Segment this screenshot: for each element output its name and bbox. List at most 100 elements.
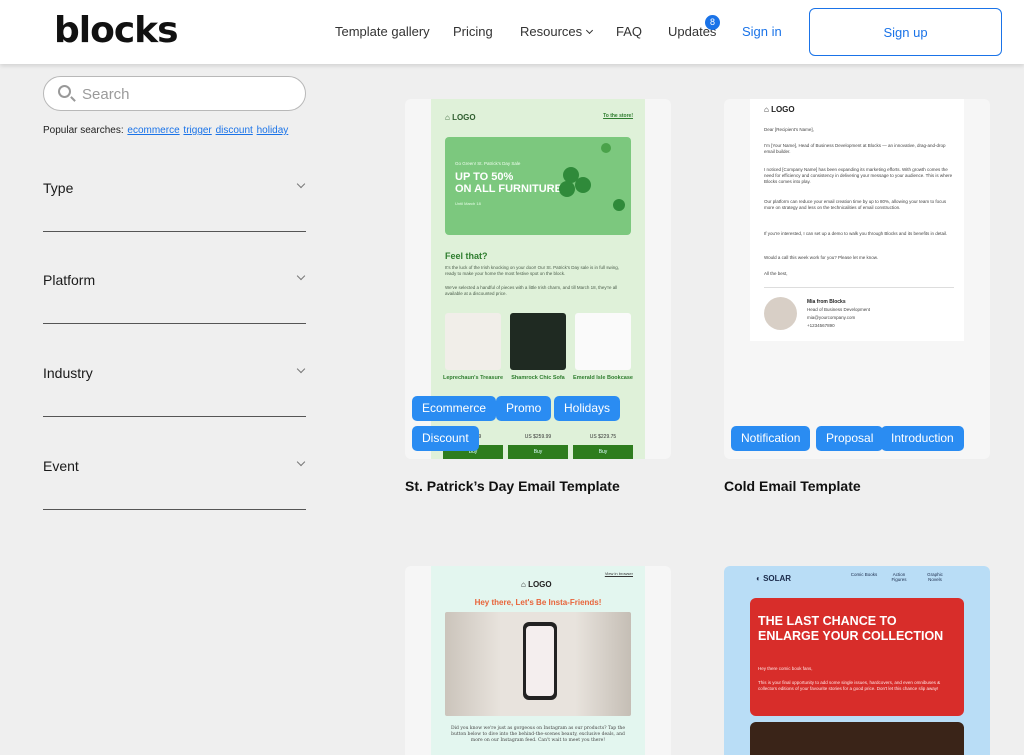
top-header: blocks Template gallery Pricing Resource… xyxy=(0,0,1024,64)
preview-divider xyxy=(764,287,954,288)
preview-heading: Hey there, Let's Be Insta-Friends! xyxy=(474,598,602,607)
nav-resources[interactable]: Resources xyxy=(520,24,594,39)
product-image xyxy=(445,313,501,370)
preview-greeting: Hey there comic book fans, xyxy=(758,666,813,671)
template-preview: ◐ SOLAR Comic Books Action Figures Graph… xyxy=(724,566,990,755)
clover-icon xyxy=(575,177,591,193)
chevron-down-icon xyxy=(296,179,306,189)
tag-introduction[interactable]: Introduction xyxy=(881,426,964,451)
hero-small-text: Go Green! St. Patrick's Day Sale xyxy=(455,161,521,166)
nav-template-gallery[interactable]: Template gallery xyxy=(335,25,430,39)
preview-line: Would a call this week work for you? Ple… xyxy=(764,255,878,260)
tag-ecommerce[interactable]: Ecommerce xyxy=(412,396,497,421)
chevron-down-icon xyxy=(296,457,306,467)
avatar xyxy=(764,297,797,330)
preview-logo: ◐ SOLAR xyxy=(756,574,792,583)
filter-divider xyxy=(43,416,306,417)
filter-platform[interactable]: Platform xyxy=(43,271,306,324)
preview-store-link: To the store! xyxy=(603,113,633,119)
preview-logo: ⌂ LOGO xyxy=(764,105,795,114)
nav-pricing[interactable]: Pricing xyxy=(453,25,493,39)
preview-photo xyxy=(445,612,631,716)
preview-logo: ⌂ LOGO xyxy=(521,580,552,589)
template-card-st-patricks[interactable]: ⌂ LOGO To the store! Go Green! St. Patri… xyxy=(405,99,671,459)
popular-discount-link[interactable]: discount xyxy=(216,125,253,136)
filter-event-label: Event xyxy=(43,458,79,474)
sign-up-button[interactable]: Sign up xyxy=(809,8,1002,56)
signature-role: Head of Business Development xyxy=(807,307,871,312)
filter-type[interactable]: Type xyxy=(43,179,306,232)
popular-holiday-link[interactable]: holiday xyxy=(257,125,289,136)
filter-type-label: Type xyxy=(43,180,74,196)
phone-image xyxy=(523,622,557,700)
product-price: US $259.99 xyxy=(524,434,552,440)
template-preview: ⌂ LOGO Dear [Recipient's Name], I'm [You… xyxy=(750,99,964,341)
preview-logo-text: SOLAR xyxy=(763,574,792,583)
preview-logo-text: LOGO xyxy=(452,113,476,122)
template-card-solar[interactable]: ◐ SOLAR Comic Books Action Figures Graph… xyxy=(724,566,990,755)
search-icon xyxy=(58,85,71,98)
chevron-down-icon xyxy=(586,26,594,35)
preview-red-banner: THE LAST CHANCE TO ENLARGE YOUR COLLECTI… xyxy=(750,598,964,716)
filter-industry[interactable]: Industry xyxy=(43,364,306,417)
tag-discount[interactable]: Discount xyxy=(412,426,479,451)
preview-logo: ⌂ LOGO xyxy=(445,113,476,122)
clover-icon xyxy=(601,143,611,153)
chevron-down-icon xyxy=(296,271,306,281)
template-preview: View in browser ⌂ LOGO Hey there, Let's … xyxy=(431,566,645,755)
nav-faq[interactable]: FAQ xyxy=(616,25,642,39)
popular-ecommerce-link[interactable]: ecommerce xyxy=(127,125,179,136)
signature-name: Mia from Blocks xyxy=(807,299,846,305)
product-buy-button: Buy xyxy=(508,445,568,459)
template-card-insta[interactable]: View in browser ⌂ LOGO Hey there, Let's … xyxy=(405,566,671,755)
search-input[interactable] xyxy=(82,83,292,105)
preview-heading: THE LAST CHANCE TO ENLARGE YOUR COLLECTI… xyxy=(758,614,944,643)
updates-badge: 8 xyxy=(705,15,720,30)
product-image xyxy=(575,313,631,370)
hero-headline-line2: ON ALL FURNITURE xyxy=(455,183,562,195)
tag-promo[interactable]: Promo xyxy=(496,396,552,421)
preview-paragraph: We've selected a handful of pieces with … xyxy=(445,285,618,296)
preview-nav-item: Comic Books xyxy=(850,572,878,577)
filter-platform-label: Platform xyxy=(43,272,96,288)
clover-icon xyxy=(613,199,625,211)
product-name: Leprechaun's Treasure xyxy=(443,375,504,381)
template-card-cold-email[interactable]: ⌂ LOGO Dear [Recipient's Name], I'm [You… xyxy=(724,99,990,459)
tag-proposal[interactable]: Proposal xyxy=(816,426,884,451)
signature-email: mia@yourcompany.com xyxy=(807,315,856,320)
preview-paragraph: Did you know we're just as gorgeous on I… xyxy=(450,726,625,743)
hero-headline: UP TO 50% ON ALL FURNITURE xyxy=(455,171,562,195)
filter-divider xyxy=(43,231,306,232)
preview-logo-text: LOGO xyxy=(528,580,552,589)
template-title[interactable]: Cold Email Template xyxy=(724,478,861,494)
preview-nav-item: Graphic Novels xyxy=(927,572,943,582)
preview-browser-link: View in browser xyxy=(604,571,633,576)
filter-event[interactable]: Event xyxy=(43,457,306,510)
preview-line: I noticed [Company Name] has been expand… xyxy=(764,167,953,184)
popular-trigger-link[interactable]: trigger xyxy=(183,125,211,136)
sign-in-link[interactable]: Sign in xyxy=(742,25,782,39)
preview-nav-item: Action Figures xyxy=(891,572,907,582)
blocks-logo[interactable]: blocks xyxy=(54,11,179,51)
filter-divider xyxy=(43,323,306,324)
template-title[interactable]: St. Patrick’s Day Email Template xyxy=(405,478,620,494)
preview-line: Our platform can reduce your email creat… xyxy=(764,199,947,210)
preview-line: I'm [Your Name], Head of Business Develo… xyxy=(764,143,946,154)
tag-holidays[interactable]: Holidays xyxy=(554,396,621,421)
preview-logo-text: LOGO xyxy=(771,105,795,114)
preview-line: All the best, xyxy=(764,271,788,276)
filter-industry-label: Industry xyxy=(43,365,93,381)
product-buy-button: Buy xyxy=(573,445,633,459)
product-name: Emerald Isle Bookcase xyxy=(573,375,633,381)
preview-hero-banner: Go Green! St. Patrick's Day Sale UP TO 5… xyxy=(445,137,631,235)
nav-resources-label: Resources xyxy=(520,24,583,39)
product-image xyxy=(510,313,566,370)
hero-date: Until March 18 xyxy=(455,201,481,206)
preview-photo xyxy=(750,722,964,755)
preview-paragraph: This is your final opportunity to add so… xyxy=(758,680,941,691)
popular-searches-label: Popular searches: xyxy=(43,125,124,136)
preview-paragraph: It's the luck of the Irish knocking on y… xyxy=(445,265,620,276)
tag-notification[interactable]: Notification xyxy=(731,426,811,451)
chevron-down-icon xyxy=(296,364,306,374)
hero-headline-line1: UP TO 50% xyxy=(455,171,514,183)
